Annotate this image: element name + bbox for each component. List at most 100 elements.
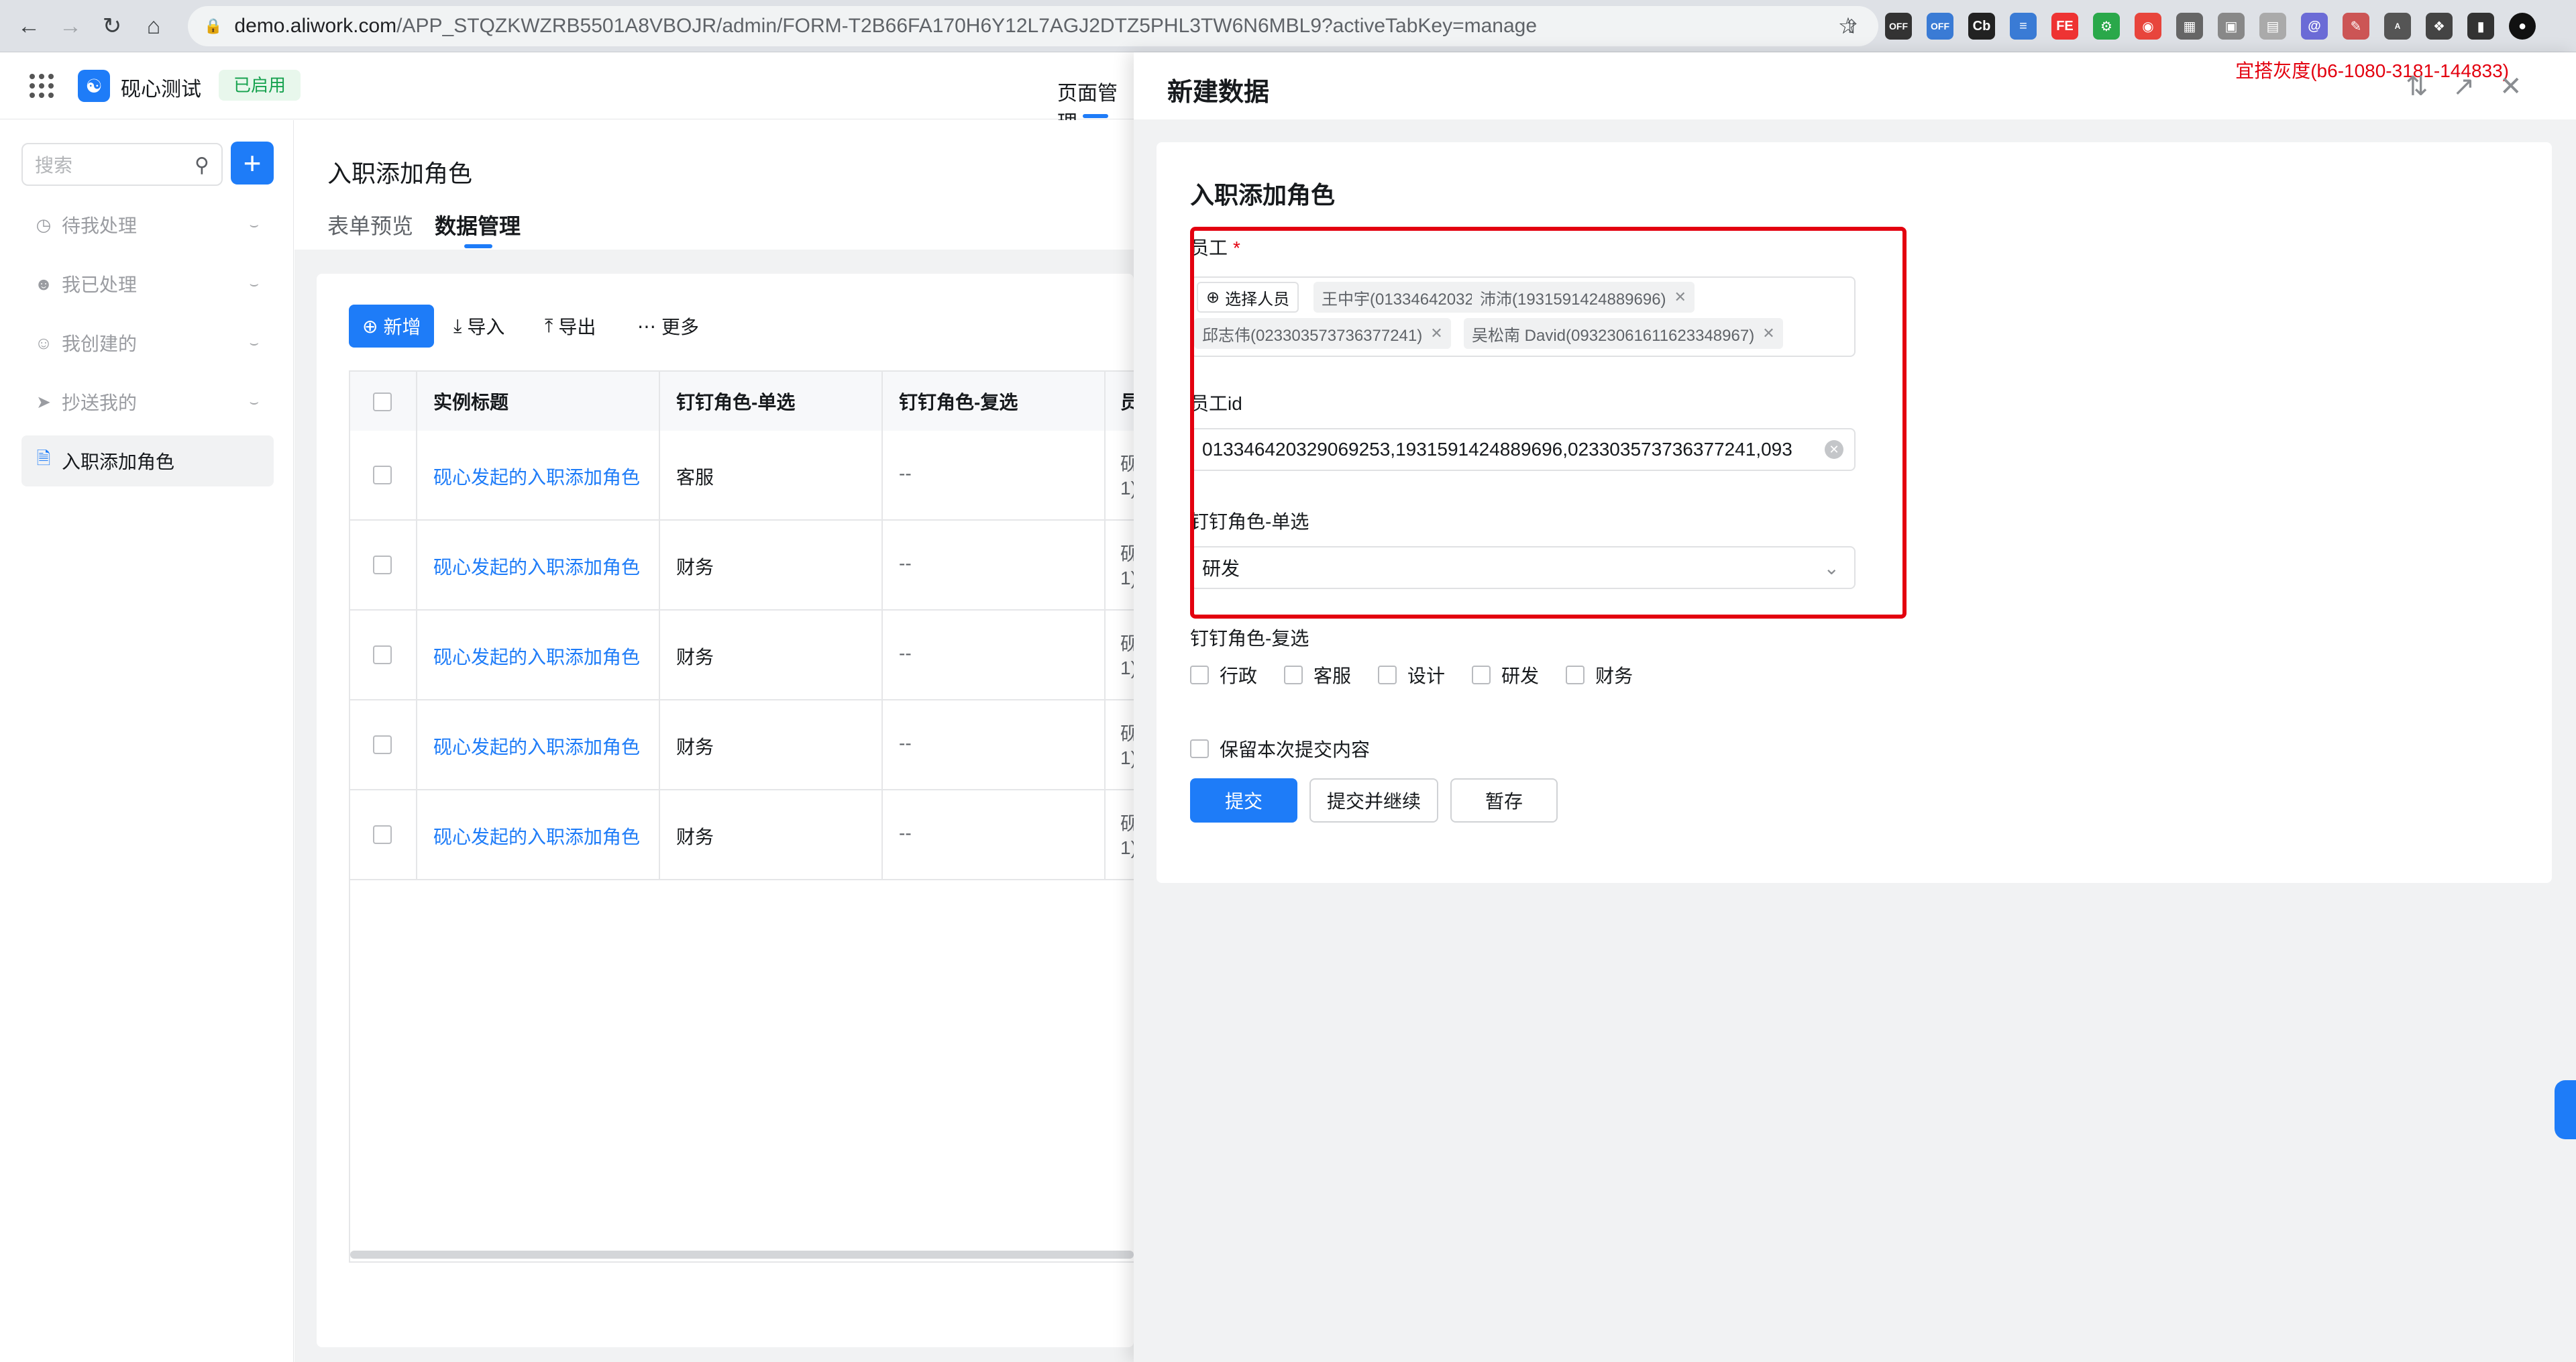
- extension-icon[interactable]: FE: [2051, 13, 2078, 40]
- instance-title-link[interactable]: 砚心发起的入职添加角色: [433, 733, 640, 759]
- table-row[interactable]: 砚心发起的入职添加角色 财务 -- 砚 1): [350, 611, 1139, 700]
- multi-role-label: 钉钉角色-复选: [1190, 628, 1309, 649]
- address-bar[interactable]: 🔒 demo.aliwork.com /APP_STQZKWZRB5501A8V…: [188, 6, 1878, 46]
- drawer-title: 新建数据: [1167, 78, 1270, 107]
- horizontal-scrollbar[interactable]: [350, 1251, 1134, 1259]
- table-row[interactable]: 砚心发起的入职添加角色 客服 -- 砚 1): [350, 431, 1139, 521]
- instance-title-link[interactable]: 砚心发起的入职添加角色: [433, 553, 640, 580]
- status-badge: 已启用: [219, 70, 301, 101]
- extension-icon[interactable]: ✎: [2343, 13, 2369, 40]
- extension-icon[interactable]: @: [2301, 13, 2328, 40]
- multi-role-cell: --: [899, 463, 912, 484]
- tab-data-management[interactable]: 数据管理: [435, 209, 521, 240]
- page-title: 入职添加角色: [327, 160, 473, 187]
- multi-role-cell: --: [899, 733, 912, 753]
- app-logo-icon: ☯: [78, 70, 110, 102]
- extension-icon[interactable]: ◉: [2135, 13, 2161, 40]
- column-header[interactable]: 钉钉角色-单选: [676, 372, 795, 431]
- url-host: demo.aliwork.com: [234, 15, 397, 37]
- save-draft-button[interactable]: 暂存: [1450, 778, 1558, 823]
- puzzle-icon[interactable]: ❖: [2426, 13, 2453, 40]
- switch-view-icon[interactable]: ⇅: [2406, 71, 2428, 102]
- multi-role-cell: --: [899, 823, 912, 843]
- extension-icon[interactable]: OFF: [1927, 13, 1953, 40]
- multi-role-checkbox-group: 行政 客服 设计 研发 财务: [1190, 662, 1660, 688]
- submit-button[interactable]: 提交: [1190, 778, 1297, 823]
- extension-icon[interactable]: ▣: [2218, 13, 2245, 40]
- bookmark-star-icon[interactable]: ☆: [1831, 9, 1865, 43]
- row-checkbox[interactable]: [373, 825, 392, 844]
- tab-underline: [1083, 114, 1108, 118]
- drawer-header: 新建数据 宜搭灰度(b6-1080-3181-144833) ⇅ ↗ ✕: [1134, 52, 2576, 119]
- extension-icon[interactable]: ▦: [2176, 13, 2203, 40]
- row-checkbox[interactable]: [373, 735, 392, 754]
- document-icon: 🗎: [36, 448, 51, 468]
- table-row[interactable]: 砚心发起的入职添加角色 财务 -- 砚 1): [350, 700, 1139, 790]
- extension-icon[interactable]: ≡: [2010, 13, 2037, 40]
- back-icon[interactable]: ←: [12, 9, 46, 43]
- new-button[interactable]: ⊕ 新增: [349, 305, 435, 348]
- column-header[interactable]: 实例标题: [433, 372, 508, 431]
- extension-icon[interactable]: ⚙: [2093, 13, 2120, 40]
- instance-title-link[interactable]: 砚心发起的入职添加角色: [433, 463, 640, 490]
- add-button[interactable]: +: [231, 142, 274, 185]
- search-icon: ⚲: [195, 154, 209, 176]
- import-button[interactable]: ⤓ 导入: [453, 305, 504, 348]
- extension-icon[interactable]: A: [2384, 13, 2411, 40]
- home-icon[interactable]: ⌂: [137, 9, 170, 43]
- sidebar-item-todo[interactable]: ◷ 待我处理 ⌣: [21, 199, 274, 250]
- extension-icon[interactable]: OFF: [1885, 13, 1912, 40]
- extension-icon[interactable]: Cb: [1968, 13, 1995, 40]
- instance-title-link[interactable]: 砚心发起的入职添加角色: [433, 823, 640, 849]
- forward-icon[interactable]: →: [54, 9, 87, 43]
- highlight-box: [1190, 227, 1907, 619]
- single-role-cell: 财务: [676, 647, 714, 668]
- sidebar-item-form[interactable]: 🗎 入职添加角色: [21, 435, 274, 486]
- tab-form-preview[interactable]: 表单预览: [327, 209, 413, 240]
- user-icon: ☺: [34, 332, 53, 353]
- eye-closed-icon[interactable]: ⌣: [250, 334, 260, 352]
- table-row[interactable]: 砚心发起的入职添加角色 财务 -- 砚 1): [350, 521, 1139, 611]
- extensions-bar: OFF OFF Cb ≡ FE ⚙ ◉ ▦ ▣ ▤ @ ✎ A ❖ ▮ ●: [1885, 12, 2536, 40]
- row-checkbox[interactable]: [373, 466, 392, 484]
- sidebar-toggle-icon[interactable]: ▮: [2467, 13, 2494, 40]
- app-grid-icon[interactable]: [30, 74, 54, 98]
- data-table: 实例标题 钉钉角色-单选 钉钉角色-复选 员 砚心发起的入职添加角色 客服 --…: [349, 370, 1139, 1263]
- checkbox-option[interactable]: 财务: [1566, 662, 1633, 688]
- upload-icon: ⤒: [545, 315, 553, 336]
- eye-closed-icon[interactable]: ⌣: [250, 216, 260, 233]
- sidebar-item-created[interactable]: ☺ 我创建的 ⌣: [21, 317, 274, 368]
- single-role-cell: 客服: [676, 467, 714, 488]
- reload-icon[interactable]: ↻: [95, 9, 129, 43]
- keep-content-checkbox[interactable]: 保留本次提交内容: [1190, 735, 1397, 762]
- multi-role-cell: --: [899, 553, 912, 574]
- sidebar-item-done[interactable]: ☻ 我已处理 ⌣: [21, 258, 274, 309]
- single-role-cell: 财务: [676, 557, 714, 578]
- app-header: ☯ 砚心测试 已启用 页面管理: [0, 52, 1134, 134]
- export-button[interactable]: ⤒ 导出: [545, 305, 596, 348]
- table-row[interactable]: 砚心发起的入职添加角色 财务 -- 砚 1): [350, 790, 1139, 880]
- user-check-icon: ☻: [34, 273, 53, 294]
- checkbox-option[interactable]: 设计: [1378, 662, 1445, 688]
- close-icon[interactable]: ✕: [2500, 71, 2522, 102]
- eye-closed-icon[interactable]: ⌣: [250, 393, 260, 411]
- eye-closed-icon[interactable]: ⌣: [250, 275, 260, 293]
- checkbox-option[interactable]: 研发: [1472, 662, 1539, 688]
- checkbox-option[interactable]: 客服: [1284, 662, 1351, 688]
- submit-continue-button[interactable]: 提交并继续: [1309, 778, 1438, 823]
- sidebar-item-cc[interactable]: ➤ 抄送我的 ⌣: [21, 376, 274, 427]
- select-all-checkbox[interactable]: [373, 392, 392, 411]
- more-button[interactable]: ⋯ 更多: [637, 305, 699, 348]
- open-external-icon[interactable]: ↗: [2453, 71, 2475, 102]
- more-icon: ⋯: [637, 315, 656, 337]
- send-icon: ➤: [36, 391, 51, 412]
- checkbox-option[interactable]: 行政: [1190, 662, 1257, 688]
- column-header[interactable]: 钉钉角色-复选: [899, 372, 1018, 431]
- row-checkbox[interactable]: [373, 556, 392, 574]
- extension-icon[interactable]: ▤: [2259, 13, 2286, 40]
- row-checkbox[interactable]: [373, 645, 392, 664]
- floating-help-tab[interactable]: [2555, 1080, 2576, 1139]
- search-input[interactable]: 搜索 ⚲: [21, 143, 223, 186]
- profile-icon[interactable]: ●: [2509, 13, 2536, 40]
- instance-title-link[interactable]: 砚心发起的入职添加角色: [433, 643, 640, 670]
